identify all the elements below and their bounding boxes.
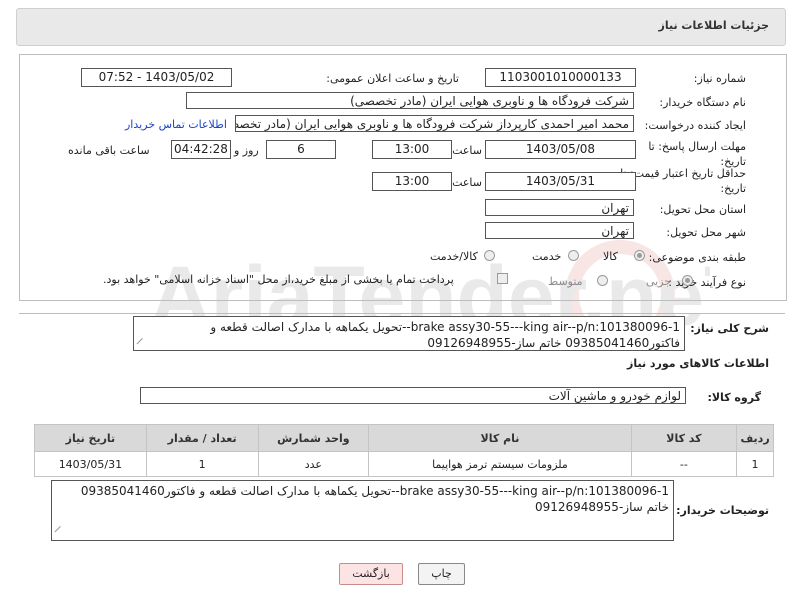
buyer-notes-textarea[interactable]: brake assy30-55---king air--p/n:10138009…: [51, 480, 674, 541]
requester-label: ایجاد کننده درخواست:: [644, 119, 746, 132]
category-option-goods: کالا: [603, 250, 618, 263]
goods-section-title: اطلاعات کالاهای مورد نیاز: [627, 357, 769, 370]
col-header-row-number: ردیف: [736, 424, 774, 452]
buyer-org-label: نام دستگاه خریدار:: [659, 96, 746, 109]
cell-need-date: 1403/05/31: [34, 451, 147, 477]
goods-group-label: گروه کالا:: [707, 391, 761, 404]
cell-goods-code: --: [630, 451, 738, 477]
table-header-row: ردیف کد کالا نام کالا واحد شمارش تعداد /…: [34, 424, 774, 452]
process-type-label: نوع فرآیند خرید :: [668, 276, 746, 289]
col-header-goods-code: کد کالا: [630, 424, 738, 452]
back-button[interactable]: بازگشت: [339, 563, 403, 585]
response-time-field[interactable]: 13:00: [372, 140, 452, 159]
print-button[interactable]: چاپ: [418, 563, 465, 585]
remaining-time-field[interactable]: 04:42:28: [171, 140, 231, 159]
col-header-quantity: تعداد / مقدار: [145, 424, 259, 452]
price-validity-label-date: تاریخ:: [720, 182, 746, 195]
requester-field[interactable]: محمد امیر احمدی کارپرداز شرکت فرودگاه ها…: [235, 115, 634, 132]
table-row[interactable]: 1 -- ملزومات سیستم ترمز هواپیما عدد 1 14…: [34, 451, 774, 477]
price-validity-date-field[interactable]: 1403/05/31: [485, 172, 636, 191]
delivery-province-field[interactable]: تهران: [485, 199, 634, 216]
response-date-field[interactable]: 1403/05/08: [485, 140, 636, 159]
process-radio-minor[interactable]: [682, 275, 693, 286]
goods-group-field[interactable]: لوازم خودرو و ماشین آلات: [140, 387, 686, 404]
buyer-notes-label: توضیحات خریدار:: [676, 504, 769, 517]
announce-datetime-field[interactable]: 1403/05/02 - 07:52: [81, 68, 232, 87]
goods-table: ردیف کد کالا نام کالا واحد شمارش تعداد /…: [34, 424, 774, 477]
process-radio-medium[interactable]: [597, 275, 608, 286]
price-validity-time-field[interactable]: 13:00: [372, 172, 452, 191]
category-radio-goods[interactable]: [634, 250, 645, 261]
treasury-checkbox[interactable]: [497, 273, 508, 284]
treasury-note: پرداخت تمام یا بخشی از مبلغ خرید،از محل …: [103, 273, 454, 286]
col-header-unit: واحد شمارش: [257, 424, 370, 452]
delivery-province-label: استان محل تحویل:: [659, 203, 746, 216]
need-number-label: شماره نیاز:: [693, 72, 746, 85]
delivery-city-field[interactable]: تهران: [485, 222, 634, 239]
page-title: جزئیات اطلاعات نیاز: [658, 19, 770, 32]
category-radio-service[interactable]: [568, 250, 579, 261]
col-header-goods-name: نام کالا: [368, 424, 632, 452]
need-number-field[interactable]: 1103001010000133: [485, 68, 636, 87]
category-radio-goods-service[interactable]: [484, 250, 495, 261]
buyer-contact-link[interactable]: اطلاعات تماس خریدار: [125, 118, 227, 131]
buyer-org-field[interactable]: شرکت فرودگاه ها و ناوبری هوایی ایران (ما…: [186, 92, 634, 109]
category-option-service: خدمت: [532, 250, 562, 263]
category-option-goods-service: کالا/خدمت: [430, 250, 478, 263]
general-description-textarea[interactable]: brake assy30-55---king air--p/n:10138009…: [133, 316, 685, 351]
cell-row-number: 1: [736, 451, 774, 477]
process-option-medium: متوسط: [548, 275, 583, 288]
general-description-label: شرح کلی نیاز:: [690, 322, 769, 335]
response-days-field[interactable]: 6: [266, 140, 336, 159]
cell-goods-name: ملزومات سیستم ترمز هواپیما: [368, 451, 632, 477]
cell-unit: عدد: [257, 451, 370, 477]
days-label: روز و: [234, 144, 259, 157]
delivery-city-label: شهر محل تحویل:: [666, 226, 746, 239]
announce-datetime-label: تاریخ و ساعت اعلان عمومی:: [326, 72, 459, 85]
process-option-minor: جزیی: [646, 275, 672, 288]
response-time-label: ساعت: [452, 144, 482, 157]
response-deadline-label: مهلت ارسال پاسخ: تا: [648, 140, 746, 153]
remaining-label: ساعت باقی مانده: [68, 144, 150, 157]
col-header-need-date: تاریخ نیاز: [34, 424, 147, 452]
price-validity-label: حداقل تاریخ اعتبار قیمت: تا: [620, 167, 746, 180]
cell-quantity: 1: [145, 451, 259, 477]
price-validity-time-label: ساعت: [452, 176, 482, 189]
category-label: طبقه بندی موضوعی:: [648, 251, 746, 264]
